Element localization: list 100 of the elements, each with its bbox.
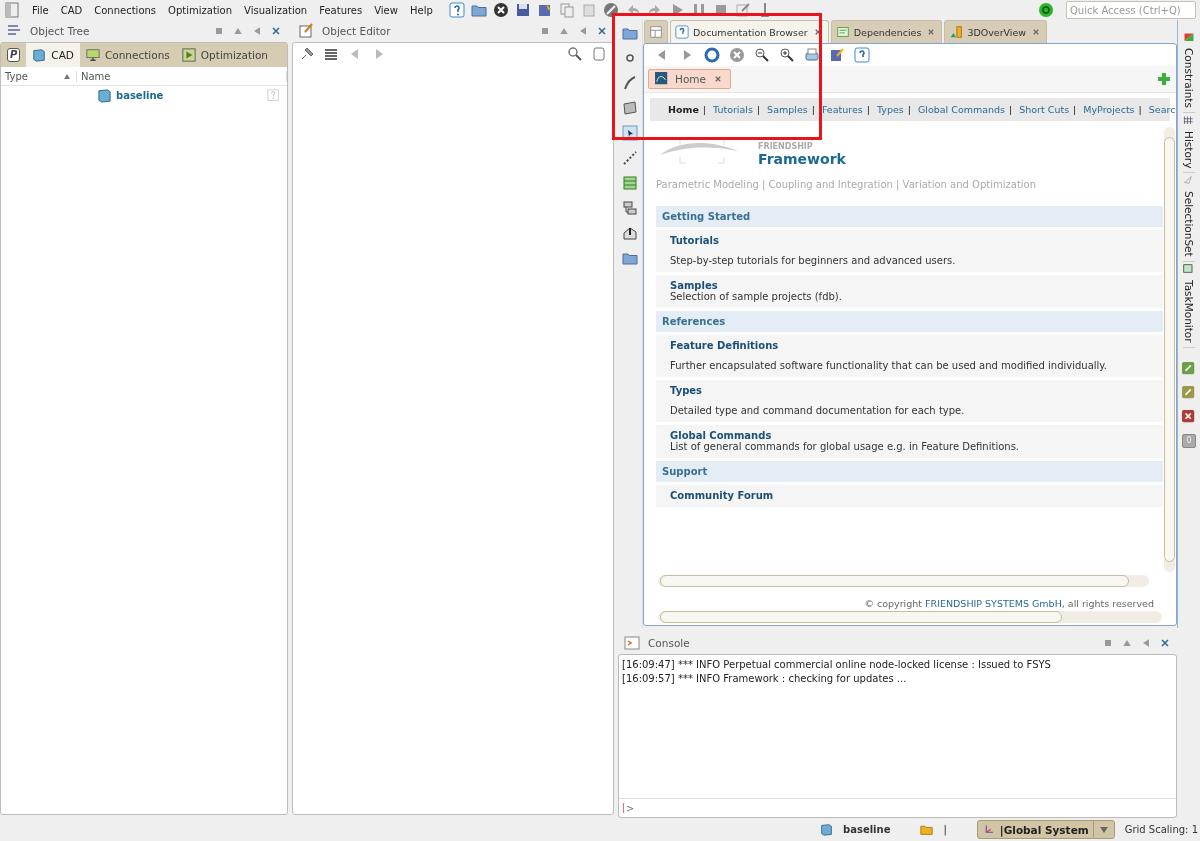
menu-item[interactable]: File [32,4,49,16]
timeline-icon [1183,114,1195,127]
side-tab[interactable]: Constraints [1183,30,1195,113]
panel-title: Object Tree [30,25,91,37]
shape-icon[interactable] [622,225,638,241]
nav-link[interactable]: Tutorials [713,104,753,115]
horizontal-scrollbar[interactable] [658,575,1149,587]
cube-icon [32,48,47,62]
item-link[interactable]: Community Forum [670,490,1149,501]
menu-item[interactable]: Connections [94,4,157,16]
item-description: Further encapsulated software functionality that can be used and modified individually. [670,360,1109,371]
nav-link[interactable]: Features [821,104,863,115]
menu-item[interactable]: Optimization [168,4,233,16]
print-icon[interactable] [804,47,820,63]
item-link[interactable]: Samples [670,280,1149,291]
menu-item[interactable]: Visualization [244,4,308,16]
broken-link-icon[interactable] [1182,409,1196,424]
menu-item[interactable]: View [374,4,398,16]
tab[interactable]: 3DOverView [944,20,1048,43]
layers-icon[interactable] [622,175,638,191]
tab[interactable]: Dependencies [830,20,943,43]
tab[interactable]: Documentation Browser [670,20,829,43]
logo-title: Framework [758,151,846,167]
company-link[interactable]: FRIENDSHIP SYSTEMS GmbH [925,598,1062,609]
console-prompt[interactable]: > [626,802,635,814]
side-tab[interactable]: TaskMonitor [1183,261,1195,348]
page-tab[interactable]: Home [648,69,731,89]
column-header[interactable]: Type [1,70,77,82]
save-as-icon[interactable] [536,2,553,18]
quick-access-field[interactable]: Quick Access (Ctrl+Q) [1066,1,1196,19]
bar-chart-icon [949,25,964,39]
dotted-line-icon[interactable] [622,150,638,166]
square-icon[interactable] [213,25,225,37]
list-icon[interactable] [323,46,339,62]
nav-separator: | [1073,104,1077,115]
save-icon[interactable] [514,2,531,18]
column-header[interactable]: Name [77,70,287,82]
satellite-icon[interactable] [299,46,315,62]
link-icon[interactable] [1182,385,1196,400]
nav-separator: | [1009,104,1013,115]
pipe-icon[interactable] [622,200,638,216]
nav-link[interactable]: MyProjects [1083,104,1135,115]
sync-icon[interactable] [1038,2,1054,18]
folder-icon[interactable] [622,25,638,41]
folder-icon[interactable] [622,250,638,266]
menu-item[interactable]: CAD [60,4,83,16]
coordinate-system-dropdown[interactable]: |Global System [976,820,1115,839]
stop-icon[interactable] [729,47,745,63]
tagline: Parametric Modeling | Coupling and Integration | Variation and Optimization [656,179,1038,190]
nav-link[interactable]: Samples [767,104,808,115]
monitor-icon [85,48,100,62]
nav-link[interactable]: Searc [1148,104,1176,115]
zoom-in-icon[interactable] [779,47,795,63]
nav-link[interactable]: Global Commands [917,104,1006,115]
help-icon[interactable] [448,2,465,18]
side-tab[interactable]: History [1183,112,1195,174]
item-description: Step-by-step tutorials for beginners and advanced users. [670,255,957,266]
item-link[interactable]: Feature Definitions [670,340,1149,351]
nav-link[interactable]: Home [668,104,699,115]
surface-icon[interactable] [622,100,638,116]
panel-title: Object Editor [322,25,392,37]
tab[interactable]: Connections [79,43,176,67]
nav-separator: | [756,104,761,115]
search-icon[interactable] [567,46,583,62]
tab[interactable]: CAD [26,43,80,67]
nav-link[interactable]: Types [876,104,904,115]
curve-icon[interactable] [622,75,638,91]
tab[interactable] [644,20,668,43]
zoom-out-icon[interactable] [754,47,770,63]
menu-item[interactable]: Features [319,4,363,16]
edit-icon[interactable] [734,2,751,18]
item-description: List of general commands for global usage e.g. in Feature Definitions. [670,441,1021,452]
link-icon[interactable] [1182,361,1196,376]
item-link[interactable]: Global Commands [670,430,1149,441]
console-line: [16:09:47] *** INFO Perpetual commercial online node-locked license : Issued to FSYS [622,658,1052,672]
tree-item[interactable]: baseline [116,90,263,101]
pencil-icon [298,23,314,39]
close-icon[interactable] [492,2,509,18]
item-link[interactable]: Types [670,385,1149,396]
page-icon[interactable] [591,46,607,62]
item-link[interactable]: Tutorials [670,235,1149,246]
stop-icon[interactable] [602,2,619,18]
help-icon[interactable] [854,47,870,63]
horizontal-scrollbar[interactable] [658,611,1162,623]
cube-icon [97,88,112,103]
side-tab[interactable]: SelectionSet [1183,173,1195,262]
square-icon[interactable] [539,25,551,37]
add-icon[interactable] [1156,71,1172,87]
square-icon[interactable] [1102,637,1114,649]
help-icon [675,25,689,39]
folder-icon[interactable] [470,2,487,18]
edit-icon[interactable] [829,47,845,63]
tab[interactable]: P [1,43,27,67]
nav-link[interactable]: Short Cuts [1019,104,1070,115]
nav-separator: | [907,104,911,115]
tab[interactable]: Optimization [175,43,274,67]
refresh-icon[interactable] [704,47,720,63]
logo-icon [655,72,669,86]
vertical-scrollbar[interactable] [1164,127,1175,572]
menu-item[interactable]: Help [409,4,433,16]
